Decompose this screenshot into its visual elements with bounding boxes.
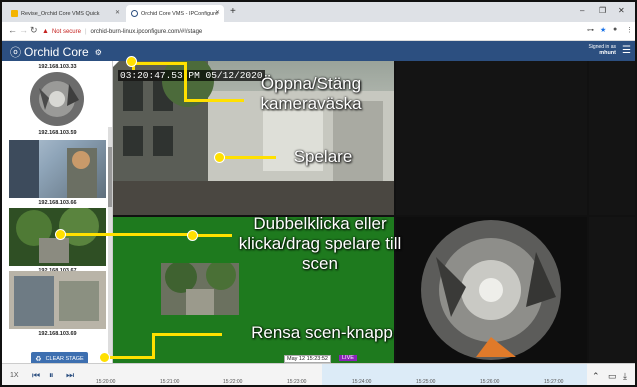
recycle-icon: ♻ — [35, 356, 42, 363]
url-text: orchid-burn-linux.ipconfigure.com/#!/sta… — [90, 28, 203, 35]
callout-line — [152, 335, 155, 359]
callout-dot — [99, 352, 110, 363]
camera-thumbnail[interactable] — [9, 271, 106, 329]
timeline-tick: 15:21:00 — [160, 379, 180, 385]
live-badge[interactable]: LIVE — [339, 355, 357, 361]
camera-drawer: 192.168.103.33 192.168.103.59 192.168.10… — [2, 61, 113, 373]
annotation-drag-hint: Dubbelklicka eller klicka/drag spelare t… — [238, 214, 402, 273]
profile-avatar-icon[interactable]: ● — [613, 26, 617, 33]
timeline-tick: 15:25:00 — [416, 379, 436, 385]
timeline-tick: 15:20:00 — [96, 379, 116, 385]
camera-thumbnail-image — [9, 140, 97, 198]
not-secure-label: Not secure — [51, 28, 81, 35]
orchid-favicon-icon — [131, 10, 138, 17]
fisheye-thumbnail-image — [30, 72, 84, 126]
back-icon[interactable]: ← — [8, 25, 17, 35]
clear-stage-label: CLEAR STAGE — [45, 356, 84, 362]
timeline-tick: 15:27:00 — [544, 379, 564, 385]
camera-ip: 192.168.103.59 — [38, 130, 77, 136]
expand-up-icon[interactable]: ⌃ — [592, 371, 600, 382]
callout-dot — [187, 230, 198, 241]
tab-label: Revise_Orchid Core VMS Quick — [21, 10, 100, 17]
maximize-button[interactable]: ❐ — [599, 6, 606, 15]
timeline-tick: 15:23:00 — [287, 379, 307, 385]
username: mhunt — [599, 50, 616, 56]
screenshot-frame: Revise_Orchid Core VMS Quick ✕ Orchid Co… — [0, 0, 637, 387]
annotation-drawer-toggle: Öppna/Stäng kameraväska — [260, 74, 362, 113]
player-tile[interactable] — [396, 217, 587, 363]
download-icon[interactable]: ⤓ — [623, 371, 627, 382]
fisheye-video-feed — [421, 220, 561, 360]
camera-thumbnail-image — [9, 271, 106, 329]
star-icon[interactable]: ★ — [600, 26, 606, 34]
tab-label: Orchid Core VMS - IPConfigure — [141, 10, 219, 17]
camera-thumbnail[interactable] — [9, 70, 106, 128]
browser-tab-orchid[interactable]: Orchid Core VMS - IPConfigure ✕ — [126, 5, 224, 22]
app-header: ⓞ Orchid Core ⚙ Signed in as mhunt ☰ — [2, 41, 635, 61]
pause-icon[interactable]: ⏸ — [49, 370, 54, 381]
forward-icon[interactable]: → — [19, 25, 28, 35]
camera-item[interactable]: 192.168.103.33 — [9, 62, 106, 70]
app-logo[interactable]: ⓞ Orchid Core ⚙ — [10, 44, 102, 60]
annotation-player: Spelare — [293, 147, 353, 166]
empty-stage-slot[interactable] — [589, 217, 635, 363]
new-tab-button[interactable]: + — [230, 6, 236, 17]
callout-dot — [126, 56, 137, 67]
camera-ip: 192.168.103.69 — [38, 331, 77, 337]
timeline-tick: 15:24:00 — [352, 379, 372, 385]
camera-item[interactable]: 192.168.103.69 — [9, 271, 106, 337]
callout-line — [65, 233, 195, 236]
browser-menu-icon[interactable]: ⋮ — [626, 26, 633, 34]
empty-stage-slot[interactable] — [589, 61, 635, 215]
warning-icon: ▲ — [42, 28, 49, 35]
calendar-icon[interactable]: ▭ — [608, 371, 617, 382]
scrollbar-thumb[interactable] — [108, 147, 112, 207]
playhead-time: May 12 15:23:52 — [284, 355, 331, 363]
callout-dot — [214, 152, 225, 163]
callout-dot — [55, 229, 66, 240]
annotation-clear-button: Rensa scen-knapp — [251, 323, 393, 342]
drawer-scrollbar[interactable] — [108, 127, 112, 357]
empty-stage-slot[interactable] — [396, 61, 587, 215]
camera-item[interactable]: 192.168.103.59 — [9, 70, 106, 136]
callout-line — [134, 62, 186, 65]
camera-item[interactable]: 192.168.103.67 — [9, 208, 106, 274]
hamburger-menu-icon[interactable]: ☰ — [622, 45, 631, 56]
tab-close-icon[interactable]: ✕ — [215, 9, 220, 16]
camera-ip: 192.168.103.66 — [38, 200, 77, 206]
reload-icon[interactable]: ↻ — [30, 25, 38, 36]
signed-in-info: Signed in as mhunt — [574, 44, 616, 56]
playback-speed[interactable]: 1X — [10, 372, 19, 379]
timeline-tick: 15:22:00 — [223, 379, 243, 385]
settings-gear-icon[interactable]: ⚙ — [95, 48, 102, 57]
close-window-button[interactable]: ✕ — [618, 6, 625, 15]
url-field[interactable]: ▲ Not secure | orchid-burn-linux.ipconfi… — [42, 25, 562, 38]
address-bar: ← → ↻ ▲ Not secure | orchid-burn-linux.i… — [2, 22, 635, 41]
skip-back-icon[interactable]: ⏮ — [32, 370, 40, 381]
browser-tab-revise[interactable]: Revise_Orchid Core VMS Quick ✕ — [6, 5, 124, 22]
camera-thumbnail[interactable] — [9, 140, 106, 198]
timeline-tick: 15:26:00 — [480, 379, 500, 385]
callout-line — [184, 99, 244, 102]
camera-item[interactable]: 192.168.103.66 — [9, 140, 106, 206]
app-title: Orchid Core — [24, 45, 89, 59]
callout-line — [224, 156, 276, 159]
key-icon[interactable]: ⊶ — [587, 26, 594, 34]
timeline-bar[interactable]: May 12 15:23:52 LIVE 1X ⏮ ⏸ ⏭ 15:20:00 1… — [2, 355, 635, 385]
minimize-button[interactable]: – — [580, 6, 584, 15]
browser-tab-strip: Revise_Orchid Core VMS Quick ✕ Orchid Co… — [2, 2, 635, 22]
callout-line — [152, 333, 222, 336]
callout-line — [184, 62, 187, 102]
tab-close-icon[interactable]: ✕ — [115, 9, 120, 16]
skip-forward-icon[interactable]: ⏭ — [66, 370, 74, 381]
docs-favicon-icon — [11, 10, 18, 17]
orchid-logo-icon: ⓞ — [10, 47, 21, 59]
drawer-toggle-handle[interactable] — [113, 61, 119, 67]
video-timestamp: 03:20:47.53 PM 05/12/2020 — [118, 70, 265, 81]
url-divider: | — [84, 28, 87, 35]
callout-line — [108, 356, 154, 359]
